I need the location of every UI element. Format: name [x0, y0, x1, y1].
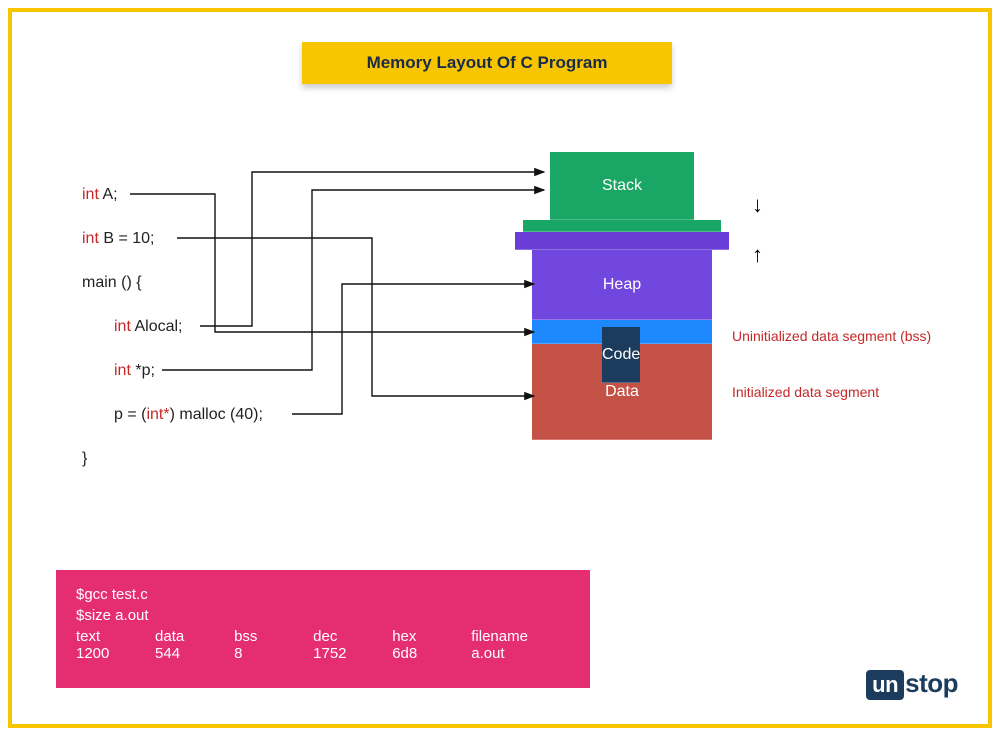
keyword-int: int [114, 318, 131, 335]
th-dec: dec [313, 628, 392, 645]
th-filename: filename [471, 628, 570, 645]
arrow-down-icon: ↓ [752, 192, 763, 218]
terminal-value-row: 1200 544 8 1752 6d8 a.out [76, 645, 570, 662]
segment-heap: Heap [532, 250, 712, 320]
td-bss: 8 [234, 645, 313, 662]
th-bss: bss [234, 628, 313, 645]
keyword-int: int [82, 230, 99, 247]
keyword-int: int [82, 186, 99, 203]
annotation-bss: Uninitialized data segment (bss) [732, 328, 931, 344]
code-line-1: int A; [82, 187, 263, 203]
diagram-frame: Memory Layout Of C Program int A; int B … [8, 8, 992, 728]
td-data: 544 [155, 645, 234, 662]
code-text: ) malloc (40); [170, 406, 263, 423]
keyword-int-star: int* [146, 406, 169, 423]
code-text: B = 10; [99, 230, 155, 247]
segment-label: Code [602, 347, 640, 363]
td-filename: a.out [471, 645, 570, 662]
segment-heap-edge [515, 232, 729, 250]
th-hex: hex [392, 628, 471, 645]
code-line-5: int *p; [82, 363, 263, 379]
code-line-7: } [82, 451, 263, 467]
segment-code: Code [602, 327, 640, 383]
terminal-cmd-1: $gcc test.c [76, 586, 570, 603]
td-hex: 6d8 [392, 645, 471, 662]
th-data: data [155, 628, 234, 645]
title-text: Memory Layout Of C Program [367, 53, 608, 73]
segment-stack-edge [523, 220, 721, 232]
code-line-6: p = (int*) malloc (40); [82, 407, 263, 423]
code-line-3: main () { [82, 275, 263, 291]
segment-stack: Stack [550, 152, 694, 220]
terminal-cmd-2: $size a.out [76, 607, 570, 624]
code-block: int A; int B = 10; main () { int Alocal;… [82, 187, 263, 495]
code-text: A; [99, 186, 118, 203]
keyword-int: int [114, 362, 131, 379]
code-text: *p; [131, 362, 155, 379]
code-text: Alocal; [131, 318, 183, 335]
annotation-data: Initialized data segment [732, 384, 879, 400]
memory-layout: Stack Heap BSS Data Code [532, 152, 712, 440]
td-text: 1200 [76, 645, 155, 662]
segment-label: Data [605, 383, 639, 401]
terminal-output: $gcc test.c $size a.out text data bss de… [56, 570, 590, 688]
logo-suffix: stop [905, 668, 958, 698]
segment-label: Heap [603, 276, 641, 294]
arrow-up-icon: ↑ [752, 242, 763, 268]
td-dec: 1752 [313, 645, 392, 662]
code-line-2: int B = 10; [82, 231, 263, 247]
title-banner: Memory Layout Of C Program [302, 42, 672, 84]
segment-label: Stack [602, 177, 642, 195]
logo-badge: un [866, 670, 904, 700]
code-line-4: int Alocal; [82, 319, 263, 335]
code-text: p = ( [114, 406, 146, 423]
terminal-header-row: text data bss dec hex filename [76, 628, 570, 645]
th-text: text [76, 628, 155, 645]
logo-unstop: unstop [866, 668, 958, 700]
